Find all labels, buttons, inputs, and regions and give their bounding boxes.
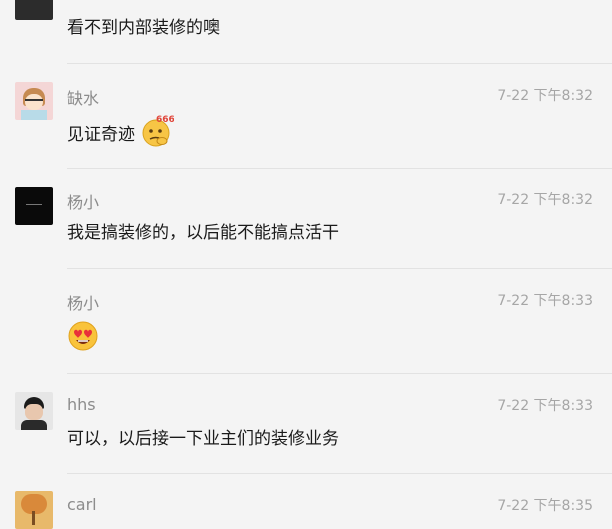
divider <box>67 473 612 474</box>
commenter-name[interactable]: carl <box>67 495 97 514</box>
divider <box>67 373 612 374</box>
commenter-name[interactable]: 杨小 <box>67 290 99 314</box>
heart-eyes-emoji-icon <box>68 321 98 351</box>
avatar-black-logo-icon[interactable] <box>15 187 53 225</box>
divider <box>67 168 612 169</box>
avatar-boy-photo-icon[interactable] <box>15 392 53 430</box>
avatar-autumn-tree-icon[interactable] <box>15 491 53 529</box>
comment-time: 7-22 下午8:32 <box>497 88 593 104</box>
comment-text: 看不到内部装修的噢 <box>67 18 220 38</box>
comment-time: 7-22 下午8:32 <box>497 192 593 208</box>
divider <box>67 268 612 269</box>
comment-text: 我是搞装修的，以后能不能搞点活干 <box>67 223 339 243</box>
commenter-name[interactable]: 杨小 <box>67 189 99 213</box>
comment-time: 7-22 下午8:33 <box>497 398 593 414</box>
commenter-name[interactable]: hhs <box>67 395 96 414</box>
divider <box>67 63 612 64</box>
comment-time: 7-22 下午8:35 <box>497 498 593 514</box>
avatar-man-dark-icon[interactable] <box>15 0 53 20</box>
commenter-name[interactable]: 缺水 <box>67 85 99 109</box>
comment-text: 见证奇迹 <box>67 125 135 145</box>
thinking-666-emoji-icon: 666 <box>142 115 174 147</box>
sticker-text: 666 <box>156 115 174 125</box>
comment-time: 7-22 下午8:33 <box>497 293 593 309</box>
comment-text: 可以，以后接一下业主们的装修业务 <box>67 429 339 449</box>
avatar-cartoon-girl-icon[interactable] <box>15 82 53 120</box>
